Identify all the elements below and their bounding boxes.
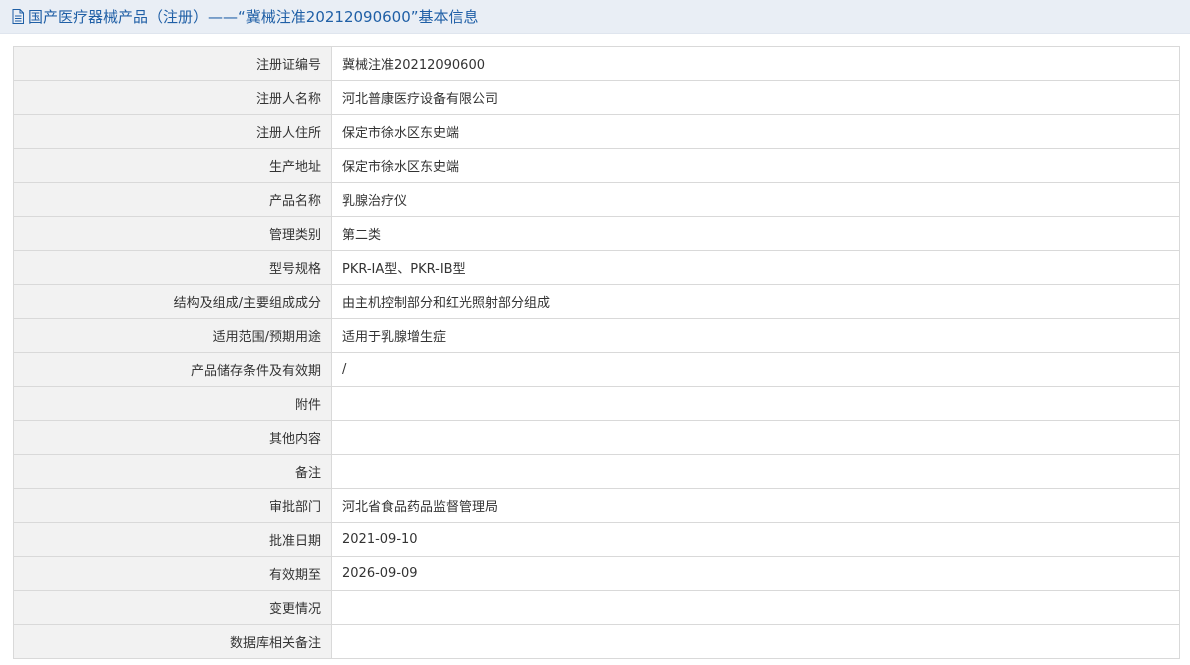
page-title: 国产医疗器械产品（注册）——“冀械注准20212090600”基本信息 <box>12 6 479 27</box>
row-value: 2026-09-09 <box>331 556 1180 591</box>
table-row: 附件 <box>13 386 1180 421</box>
info-table-container: 注册证编号 冀械注准20212090600 注册人名称 河北普康医疗设备有限公司 注… <box>13 46 1180 659</box>
row-label: 管理类别 <box>13 216 332 251</box>
row-value: / <box>331 352 1180 387</box>
page-header: 国产医疗器械产品（注册）——“冀械注准20212090600”基本信息 <box>0 0 1190 34</box>
row-value <box>331 590 1180 625</box>
table-row: 适用范围/预期用途 适用于乳腺增生症 <box>13 318 1180 353</box>
row-value: 2021-09-10 <box>331 522 1180 557</box>
table-row: 结构及组成/主要组成成分 由主机控制部分和红光照射部分组成 <box>13 284 1180 319</box>
row-value: 第二类 <box>331 216 1180 251</box>
row-label: 产品储存条件及有效期 <box>13 352 332 387</box>
row-value: 冀械注准20212090600 <box>331 46 1180 81</box>
document-icon <box>12 9 24 24</box>
table-row: 注册证编号 冀械注准20212090600 <box>13 46 1180 81</box>
table-row: 有效期至 2026-09-09 <box>13 556 1180 591</box>
row-value: PKR-IA型、PKR-IB型 <box>331 250 1180 285</box>
row-label: 备注 <box>13 454 332 489</box>
row-value: 河北普康医疗设备有限公司 <box>331 80 1180 115</box>
table-row: 审批部门 河北省食品药品监督管理局 <box>13 488 1180 523</box>
table-row: 变更情况 <box>13 590 1180 625</box>
table-row: 数据库相关备注 <box>13 624 1180 659</box>
row-value <box>331 454 1180 489</box>
row-label: 结构及组成/主要组成成分 <box>13 284 332 319</box>
row-value: 适用于乳腺增生症 <box>331 318 1180 353</box>
row-value: 河北省食品药品监督管理局 <box>331 488 1180 523</box>
row-value: 保定市徐水区东史端 <box>331 114 1180 149</box>
row-label: 注册人名称 <box>13 80 332 115</box>
page-title-text: 国产医疗器械产品（注册）——“冀械注准20212090600”基本信息 <box>28 8 479 26</box>
table-row: 生产地址 保定市徐水区东史端 <box>13 148 1180 183</box>
table-row: 产品名称 乳腺治疗仪 <box>13 182 1180 217</box>
info-table-body: 注册证编号 冀械注准20212090600 注册人名称 河北普康医疗设备有限公司 注… <box>13 46 1180 659</box>
table-row: 注册人住所 保定市徐水区东史端 <box>13 114 1180 149</box>
table-row: 产品储存条件及有效期 / <box>13 352 1180 387</box>
row-label: 注册证编号 <box>13 46 332 81</box>
table-row: 备注 <box>13 454 1180 489</box>
table-row: 管理类别 第二类 <box>13 216 1180 251</box>
table-row: 注册人名称 河北普康医疗设备有限公司 <box>13 80 1180 115</box>
table-row: 其他内容 <box>13 420 1180 455</box>
row-label: 注册人住所 <box>13 114 332 149</box>
row-value: 由主机控制部分和红光照射部分组成 <box>331 284 1180 319</box>
row-label: 数据库相关备注 <box>13 624 332 659</box>
row-label: 型号规格 <box>13 250 332 285</box>
info-table: 注册证编号 冀械注准20212090600 注册人名称 河北普康医疗设备有限公司 注… <box>13 46 1180 659</box>
row-label: 有效期至 <box>13 556 332 591</box>
row-label: 生产地址 <box>13 148 332 183</box>
row-label: 产品名称 <box>13 182 332 217</box>
table-row: 型号规格 PKR-IA型、PKR-IB型 <box>13 250 1180 285</box>
table-row: 批准日期 2021-09-10 <box>13 522 1180 557</box>
row-label: 批准日期 <box>13 522 332 557</box>
row-label: 其他内容 <box>13 420 332 455</box>
row-value: 乳腺治疗仪 <box>331 182 1180 217</box>
row-value <box>331 420 1180 455</box>
row-label: 变更情况 <box>13 590 332 625</box>
row-label: 审批部门 <box>13 488 332 523</box>
row-label: 附件 <box>13 386 332 421</box>
row-value <box>331 624 1180 659</box>
row-value: 保定市徐水区东史端 <box>331 148 1180 183</box>
row-value <box>331 386 1180 421</box>
row-label: 适用范围/预期用途 <box>13 318 332 353</box>
